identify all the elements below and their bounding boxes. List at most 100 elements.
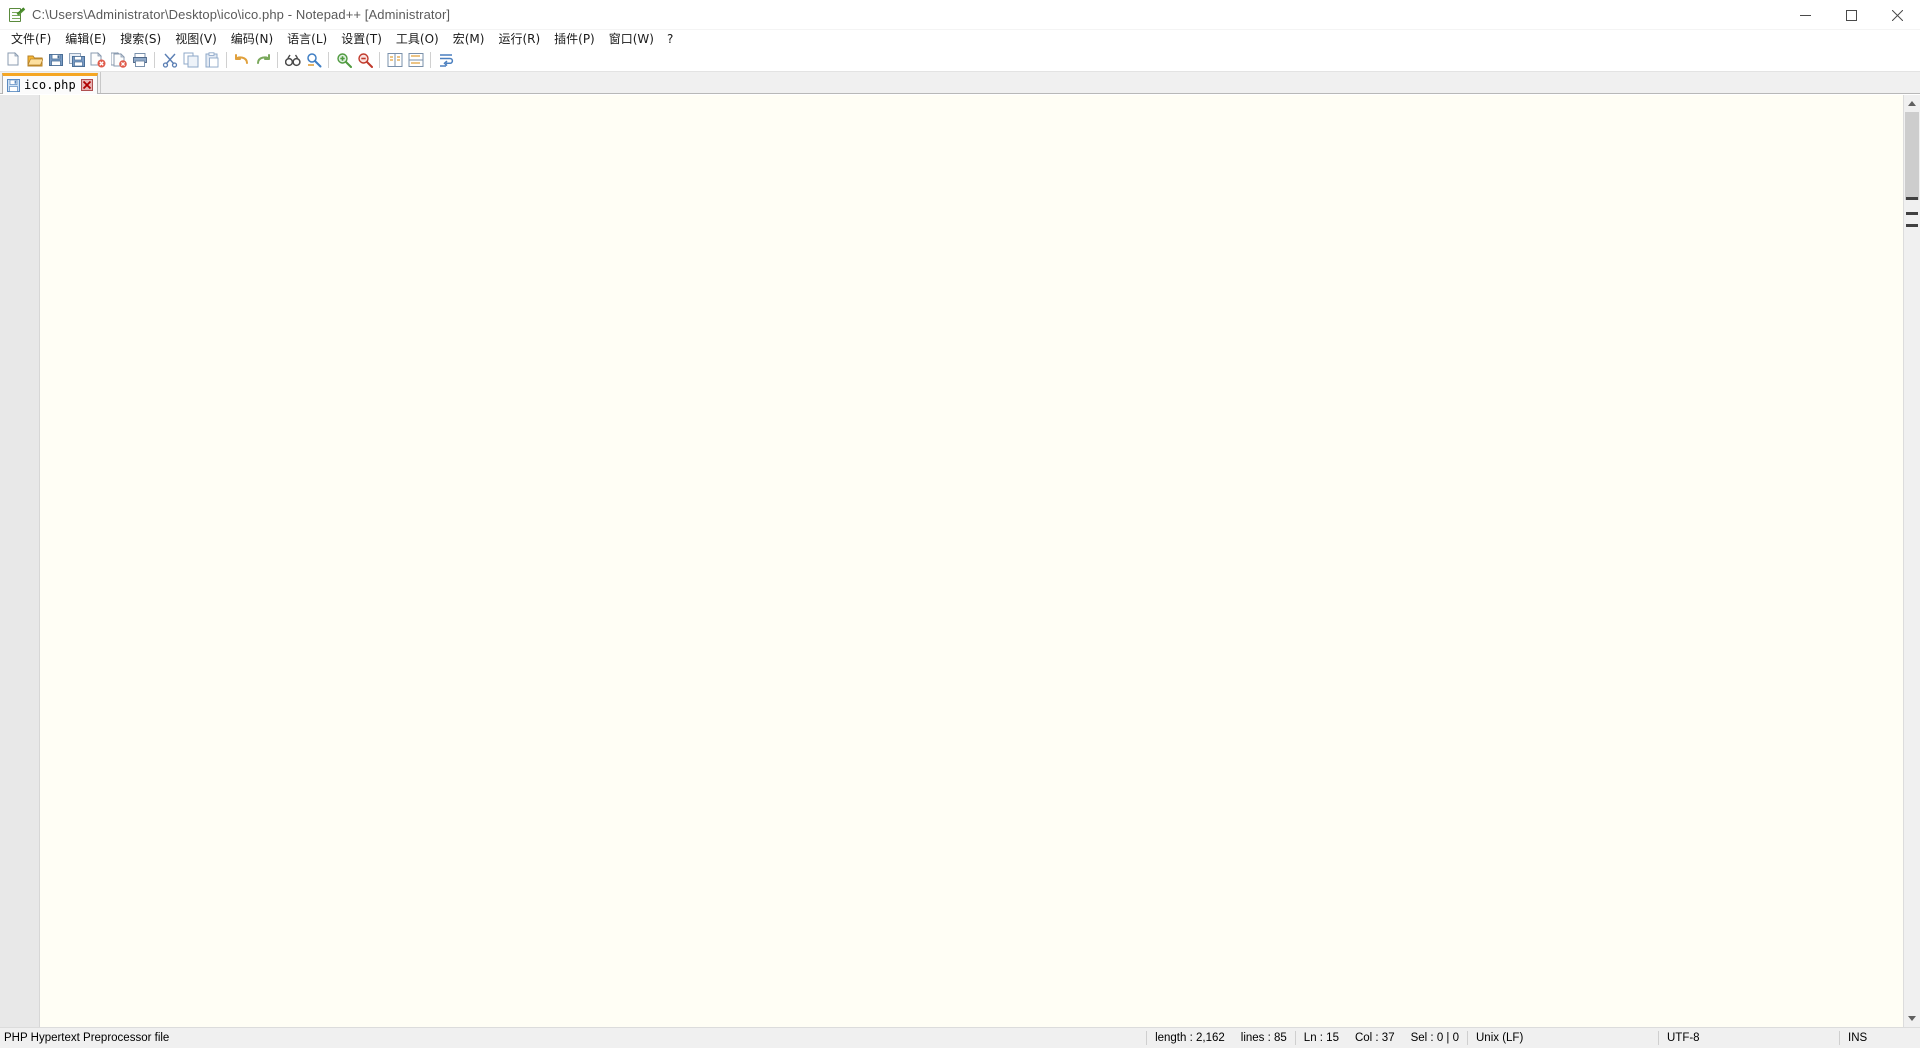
redo-icon [255, 52, 271, 68]
menu-language[interactable]: 语言(L) [280, 31, 334, 49]
scroll-mark-3 [1906, 224, 1918, 227]
status-insert-mode[interactable]: INS [1840, 1028, 1920, 1048]
window-controls [1782, 0, 1920, 30]
menu-bar: 文件(F) 编辑(E) 搜索(S) 视图(V) 编码(N) 语言(L) 设置(T… [0, 30, 1920, 49]
toolbar [0, 49, 1920, 72]
scroll-up-arrow-icon [1908, 101, 1916, 106]
new-file-button[interactable] [4, 50, 23, 70]
separator-4 [328, 52, 329, 68]
notepad-plus-plus-icon [8, 7, 24, 23]
save-all-button[interactable] [67, 50, 86, 70]
save-icon [48, 52, 64, 68]
scroll-up-button[interactable] [1904, 95, 1920, 112]
sync-horizontal-button[interactable] [406, 50, 425, 70]
close-all-icon [111, 52, 127, 68]
tab-bar-empty-area [100, 72, 1920, 93]
word-wrap-button[interactable] [436, 50, 455, 70]
separator-1 [154, 52, 155, 68]
maximize-button[interactable] [1828, 0, 1874, 30]
separator-3 [277, 52, 278, 68]
print-button[interactable] [130, 50, 149, 70]
status-length: length : 2,162 [1147, 1028, 1233, 1048]
code-text-area[interactable] [54, 95, 1920, 1027]
menu-encoding[interactable]: 编码(N) [224, 31, 280, 49]
zoom-in-button[interactable] [334, 50, 353, 70]
sync-vertical-icon [387, 52, 403, 68]
cut-button[interactable] [160, 50, 179, 70]
status-ln: Ln : 15 [1296, 1028, 1347, 1048]
word-wrap-icon [438, 52, 454, 68]
menu-window[interactable]: 窗口(W) [602, 31, 661, 49]
menu-run[interactable]: 运行(R) [491, 31, 547, 49]
close-all-button[interactable] [109, 50, 128, 70]
close-button[interactable] [1874, 0, 1920, 30]
status-col: Col : 37 [1347, 1028, 1403, 1048]
sync-vertical-button[interactable] [385, 50, 404, 70]
copy-icon [183, 52, 199, 68]
find-button[interactable] [283, 50, 302, 70]
separator-6 [430, 52, 431, 68]
status-lines: lines : 85 [1233, 1028, 1295, 1048]
redo-button[interactable] [253, 50, 272, 70]
status-caret-info: Ln : 15 Col : 37 Sel : 0 | 0 [1296, 1028, 1467, 1048]
minimize-icon [1800, 10, 1811, 21]
paste-icon [204, 52, 220, 68]
status-sel: Sel : 0 | 0 [1403, 1028, 1467, 1048]
menu-settings[interactable]: 设置(T) [334, 31, 389, 49]
sync-horizontal-icon [408, 52, 424, 68]
window-title: C:\Users\Administrator\Desktop\ico\ico.p… [32, 7, 450, 22]
replace-button[interactable] [304, 50, 323, 70]
menu-help[interactable]: ? [661, 31, 679, 48]
notepad-plus-plus-window: C:\Users\Administrator\Desktop\ico\ico.p… [0, 0, 1920, 1048]
tab-ico-php[interactable]: ico.php [2, 73, 98, 94]
undo-icon [234, 52, 250, 68]
line-number-gutter [0, 95, 40, 1027]
status-doc-type: PHP Hypertext Preprocessor file [0, 1028, 177, 1048]
status-bar: PHP Hypertext Preprocessor file length :… [0, 1027, 1920, 1048]
scroll-down-arrow-icon [1908, 1016, 1916, 1021]
print-icon [132, 52, 148, 68]
menu-search[interactable]: 搜索(S) [113, 31, 168, 49]
menu-macro[interactable]: 宏(M) [446, 31, 492, 49]
close-tab-icon[interactable] [81, 79, 93, 91]
paste-button[interactable] [202, 50, 221, 70]
scroll-mark-2 [1906, 212, 1918, 215]
status-length-lines: length : 2,162 lines : 85 [1147, 1028, 1295, 1048]
zoom-out-button[interactable] [355, 50, 374, 70]
menu-file[interactable]: 文件(F) [4, 31, 58, 49]
title-bar: C:\Users\Administrator\Desktop\ico\ico.p… [0, 0, 1920, 30]
open-file-icon [27, 52, 43, 68]
zoom-in-icon [336, 52, 352, 68]
menu-edit[interactable]: 编辑(E) [58, 31, 113, 49]
save-button[interactable] [46, 50, 65, 70]
vertical-scrollbar[interactable] [1903, 95, 1920, 1027]
tab-label: ico.php [24, 78, 76, 92]
find-icon [285, 52, 301, 68]
open-file-button[interactable] [25, 50, 44, 70]
separator-2 [226, 52, 227, 68]
scrollbar-track[interactable] [1904, 112, 1920, 1010]
menu-plugins[interactable]: 插件(P) [547, 31, 602, 49]
code-folding-margin[interactable] [40, 95, 54, 1027]
close-file-button[interactable] [88, 50, 107, 70]
close-icon [1892, 10, 1903, 21]
new-file-icon [6, 52, 22, 68]
editor-area [0, 94, 1920, 1027]
zoom-out-icon [357, 52, 373, 68]
undo-button[interactable] [232, 50, 251, 70]
status-eol[interactable]: Unix (LF) [1468, 1028, 1658, 1048]
save-floppy-icon [7, 79, 20, 92]
minimize-button[interactable] [1782, 0, 1828, 30]
scroll-down-button[interactable] [1904, 1010, 1920, 1027]
maximize-icon [1846, 10, 1857, 21]
save-all-icon [69, 52, 85, 68]
copy-button[interactable] [181, 50, 200, 70]
menu-tools[interactable]: 工具(O) [389, 31, 446, 49]
tab-bar: ico.php [0, 72, 1920, 94]
separator-5 [379, 52, 380, 68]
scroll-thumb[interactable] [1905, 112, 1919, 200]
cut-icon [162, 52, 178, 68]
menu-view[interactable]: 视图(V) [168, 31, 224, 49]
scroll-mark-1 [1906, 197, 1918, 200]
status-encoding[interactable]: UTF-8 [1659, 1028, 1839, 1048]
